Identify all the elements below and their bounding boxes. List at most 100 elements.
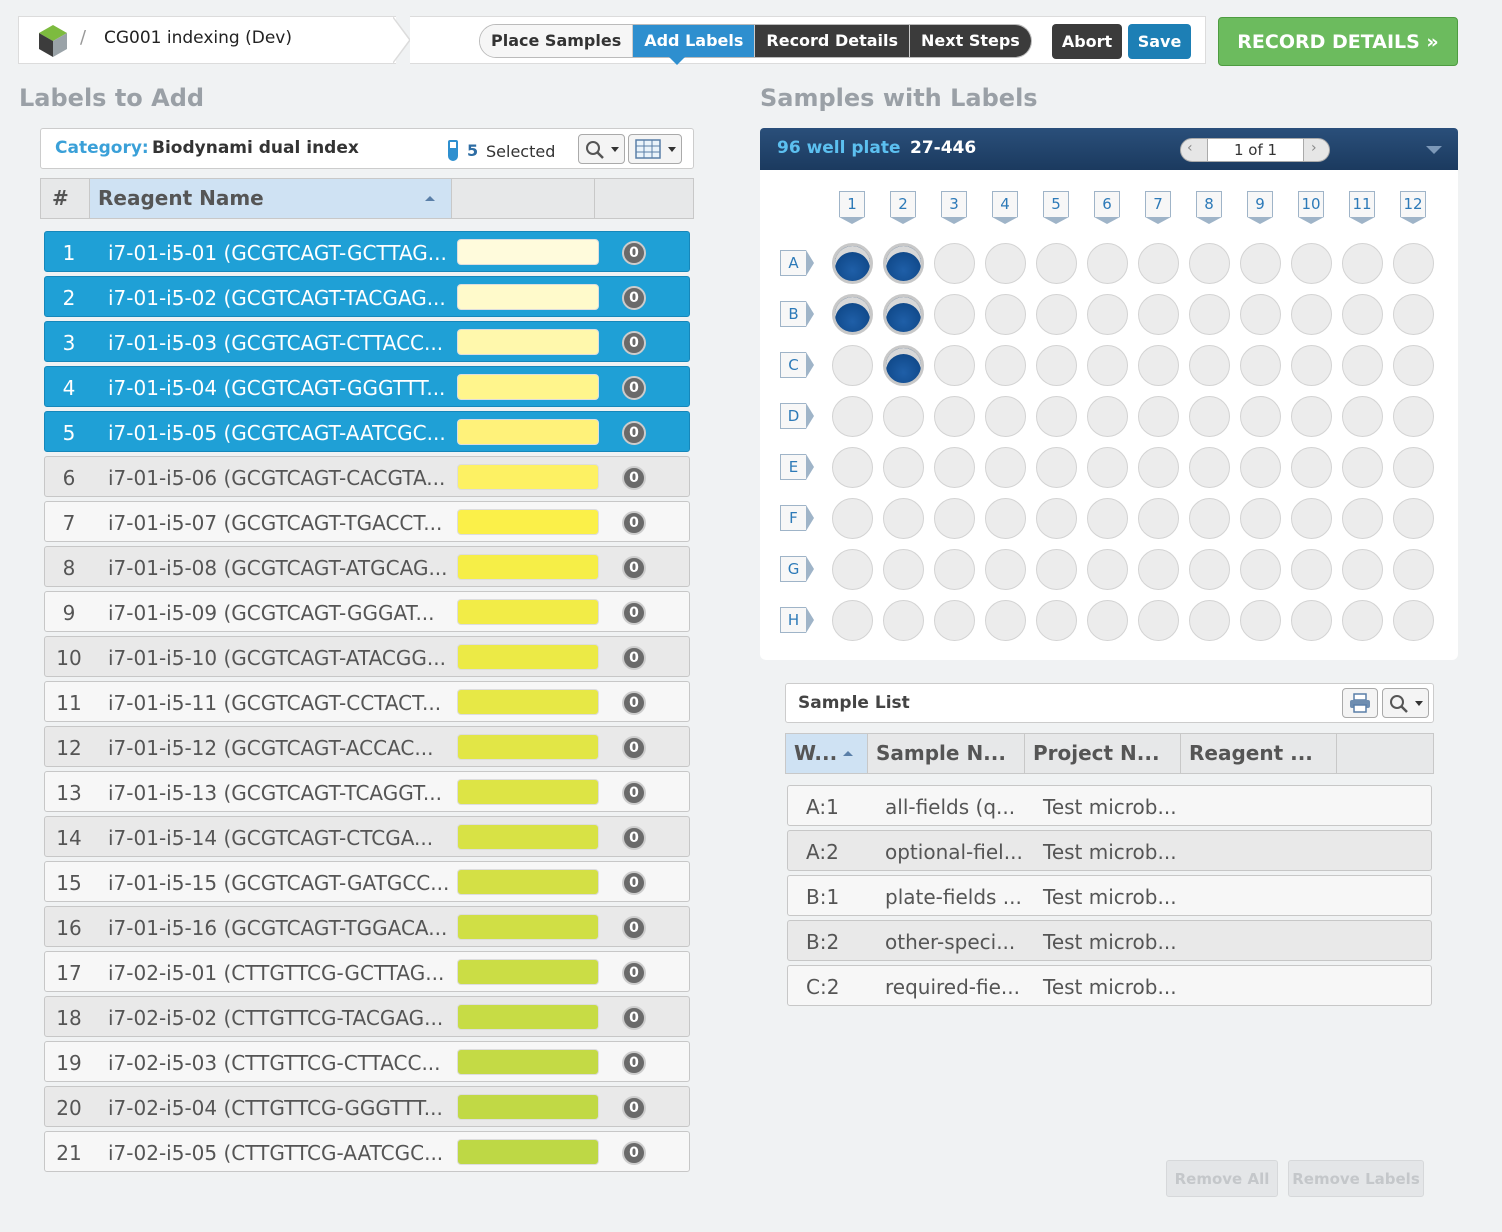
well-F12[interactable] bbox=[1393, 498, 1434, 539]
well-F4[interactable] bbox=[985, 498, 1026, 539]
well-C10[interactable] bbox=[1291, 345, 1332, 386]
well-A2[interactable] bbox=[883, 243, 924, 284]
well-F2[interactable] bbox=[883, 498, 924, 539]
well-E7[interactable] bbox=[1138, 447, 1179, 488]
label-search-control[interactable] bbox=[578, 134, 625, 164]
well-B5[interactable] bbox=[1036, 294, 1077, 335]
well-F11[interactable] bbox=[1342, 498, 1383, 539]
well-E1[interactable] bbox=[832, 447, 873, 488]
sample-row[interactable]: B:2 other-speci... Test microb... bbox=[787, 920, 1432, 961]
well-A12[interactable] bbox=[1393, 243, 1434, 284]
row-header-H[interactable]: H bbox=[780, 607, 814, 633]
well-G4[interactable] bbox=[985, 549, 1026, 590]
well-A5[interactable] bbox=[1036, 243, 1077, 284]
well-G2[interactable] bbox=[883, 549, 924, 590]
row-header-D[interactable]: D bbox=[780, 403, 814, 429]
label-row[interactable]: 1 i7-01-i5-01 (GCGTCAGT-GCTTAG... 0 bbox=[44, 231, 690, 272]
well-H9[interactable] bbox=[1240, 600, 1281, 641]
well-C3[interactable] bbox=[934, 345, 975, 386]
well-A7[interactable] bbox=[1138, 243, 1179, 284]
well-E4[interactable] bbox=[985, 447, 1026, 488]
label-row[interactable]: 9 i7-01-i5-09 (GCGTCAGT-GGGAT... 0 bbox=[44, 591, 690, 632]
column-header-7[interactable]: 7 bbox=[1145, 191, 1171, 224]
well-G11[interactable] bbox=[1342, 549, 1383, 590]
well-D8[interactable] bbox=[1189, 396, 1230, 437]
well-H6[interactable] bbox=[1087, 600, 1128, 641]
well-E9[interactable] bbox=[1240, 447, 1281, 488]
well-H2[interactable] bbox=[883, 600, 924, 641]
abort-button[interactable]: Abort bbox=[1052, 24, 1122, 59]
column-header-2[interactable]: 2 bbox=[890, 191, 916, 224]
well-D2[interactable] bbox=[883, 396, 924, 437]
column-header-1[interactable]: 1 bbox=[839, 191, 865, 224]
well-H7[interactable] bbox=[1138, 600, 1179, 641]
column-header-8[interactable]: 8 bbox=[1196, 191, 1222, 224]
well-D4[interactable] bbox=[985, 396, 1026, 437]
well-G5[interactable] bbox=[1036, 549, 1077, 590]
well-H11[interactable] bbox=[1342, 600, 1383, 641]
well-B12[interactable] bbox=[1393, 294, 1434, 335]
column-header-10[interactable]: 10 bbox=[1298, 191, 1324, 224]
label-grid-control[interactable] bbox=[628, 134, 682, 164]
step-place-samples[interactable]: Place Samples bbox=[480, 25, 634, 57]
col-sample-name[interactable]: Sample N... bbox=[868, 734, 1025, 773]
well-A6[interactable] bbox=[1087, 243, 1128, 284]
label-row[interactable]: 16 i7-01-i5-16 (GCGTCAGT-TGGACA... 0 bbox=[44, 906, 690, 947]
well-C5[interactable] bbox=[1036, 345, 1077, 386]
label-row[interactable]: 2 i7-01-i5-02 (GCGTCAGT-TACGAG... 0 bbox=[44, 276, 690, 317]
well-E8[interactable] bbox=[1189, 447, 1230, 488]
category-value[interactable]: Biodynami dual index bbox=[152, 138, 359, 158]
row-header-B[interactable]: B bbox=[780, 301, 814, 327]
label-row[interactable]: 21 i7-02-i5-05 (CTTGTTCG-AATCGC... 0 bbox=[44, 1131, 690, 1172]
well-D3[interactable] bbox=[934, 396, 975, 437]
well-C8[interactable] bbox=[1189, 345, 1230, 386]
label-row[interactable]: 15 i7-01-i5-15 (GCGTCAGT-GATGCC... 0 bbox=[44, 861, 690, 902]
column-header-12[interactable]: 12 bbox=[1400, 191, 1426, 224]
well-E10[interactable] bbox=[1291, 447, 1332, 488]
col-reagent[interactable]: Reagent ... bbox=[1181, 734, 1337, 773]
column-header-11[interactable]: 11 bbox=[1349, 191, 1375, 224]
row-header-G[interactable]: G bbox=[780, 556, 814, 582]
row-header-F[interactable]: F bbox=[780, 505, 814, 531]
column-header-4[interactable]: 4 bbox=[992, 191, 1018, 224]
well-E2[interactable] bbox=[883, 447, 924, 488]
sample-search-control[interactable] bbox=[1382, 688, 1429, 718]
well-H10[interactable] bbox=[1291, 600, 1332, 641]
well-F10[interactable] bbox=[1291, 498, 1332, 539]
well-F3[interactable] bbox=[934, 498, 975, 539]
well-D11[interactable] bbox=[1342, 396, 1383, 437]
well-C12[interactable] bbox=[1393, 345, 1434, 386]
print-button[interactable] bbox=[1342, 688, 1378, 718]
step-record-details[interactable]: Record Details bbox=[755, 25, 911, 57]
well-C7[interactable] bbox=[1138, 345, 1179, 386]
col-reagent-name[interactable]: Reagent Name bbox=[90, 179, 452, 218]
well-F8[interactable] bbox=[1189, 498, 1230, 539]
well-D7[interactable] bbox=[1138, 396, 1179, 437]
well-B11[interactable] bbox=[1342, 294, 1383, 335]
column-header-9[interactable]: 9 bbox=[1247, 191, 1273, 224]
well-B10[interactable] bbox=[1291, 294, 1332, 335]
column-header-6[interactable]: 6 bbox=[1094, 191, 1120, 224]
well-A3[interactable] bbox=[934, 243, 975, 284]
well-G10[interactable] bbox=[1291, 549, 1332, 590]
well-D9[interactable] bbox=[1240, 396, 1281, 437]
col-project-name[interactable]: Project N... bbox=[1025, 734, 1181, 773]
save-button[interactable]: Save bbox=[1128, 24, 1191, 59]
well-C2[interactable] bbox=[883, 345, 924, 386]
well-F7[interactable] bbox=[1138, 498, 1179, 539]
well-C11[interactable] bbox=[1342, 345, 1383, 386]
label-row[interactable]: 12 i7-01-i5-12 (GCGTCAGT-ACCAC... 0 bbox=[44, 726, 690, 767]
well-B4[interactable] bbox=[985, 294, 1026, 335]
app-logo-icon[interactable] bbox=[36, 24, 70, 58]
well-E3[interactable] bbox=[934, 447, 975, 488]
row-header-E[interactable]: E bbox=[780, 454, 814, 480]
label-row[interactable]: 6 i7-01-i5-06 (GCGTCAGT-CACGTA... 0 bbox=[44, 456, 690, 497]
label-row[interactable]: 13 i7-01-i5-13 (GCGTCAGT-TCAGGT... 0 bbox=[44, 771, 690, 812]
well-E5[interactable] bbox=[1036, 447, 1077, 488]
well-C4[interactable] bbox=[985, 345, 1026, 386]
well-G12[interactable] bbox=[1393, 549, 1434, 590]
label-row[interactable]: 3 i7-01-i5-03 (GCGTCAGT-CTTACC... 0 bbox=[44, 321, 690, 362]
label-row[interactable]: 5 i7-01-i5-05 (GCGTCAGT-AATCGC... 0 bbox=[44, 411, 690, 452]
well-G8[interactable] bbox=[1189, 549, 1230, 590]
chevron-left-icon[interactable]: ‹ bbox=[1187, 140, 1193, 156]
